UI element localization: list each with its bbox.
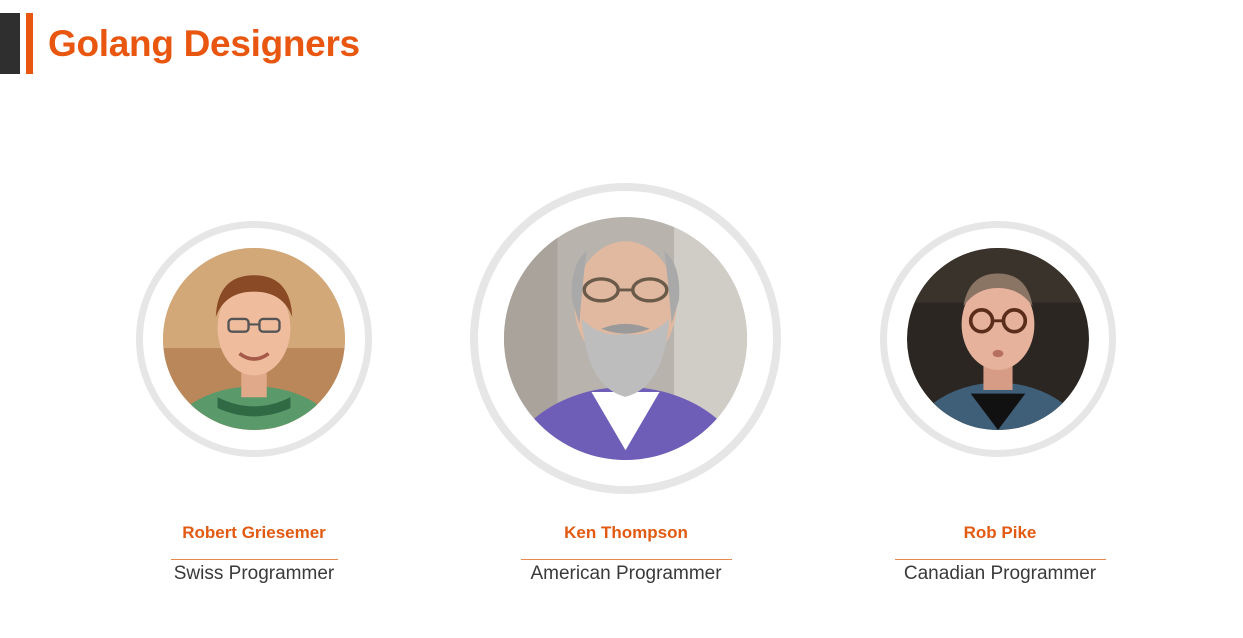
designer-name: Rob Pike	[963, 523, 1037, 542]
header-accent-orange-bar	[26, 13, 33, 74]
portrait-photo-icon	[504, 217, 747, 460]
name-divider	[895, 559, 1106, 560]
header-accent-dark-bar	[0, 13, 20, 74]
page-title: Golang Designers	[48, 23, 360, 64]
portrait-photo-icon	[907, 248, 1089, 430]
portrait-photo-icon	[163, 248, 345, 430]
designer-name: Robert Griesemer	[182, 523, 326, 542]
designer-name: Ken Thompson	[564, 523, 688, 542]
name-divider	[171, 559, 338, 560]
rob-pike-photo	[907, 248, 1089, 430]
designer-role: Swiss Programmer	[173, 563, 335, 584]
designer-role: American Programmer	[530, 563, 722, 584]
ken-thompson-photo	[504, 217, 747, 460]
name-divider	[521, 559, 732, 560]
robert-griesemer-photo	[163, 248, 345, 430]
designer-role: Canadian Programmer	[903, 563, 1097, 584]
